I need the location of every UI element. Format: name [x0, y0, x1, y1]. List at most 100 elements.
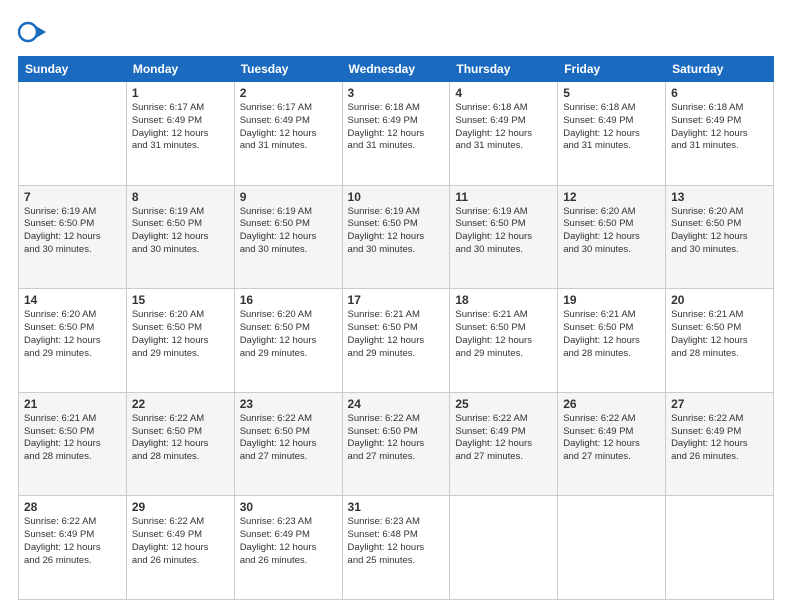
- weekday-friday: Friday: [558, 57, 666, 82]
- calendar-cell: 30 Sunrise: 6:23 AM Sunset: 6:49 PM Dayli…: [234, 496, 342, 600]
- day-number: 7: [24, 190, 121, 204]
- day-number: 9: [240, 190, 337, 204]
- calendar-cell: 21 Sunrise: 6:21 AM Sunset: 6:50 PM Dayli…: [19, 392, 127, 496]
- calendar-cell: 29Sunrise: 6:22 AM Sunset: 6:49 PM Dayli…: [126, 496, 234, 600]
- day-number: 15: [132, 293, 229, 307]
- calendar-cell: 4Sunrise: 6:18 AM Sunset: 6:49 PM Daylig…: [450, 82, 558, 186]
- day-info: Sunrise: 6:21 AM Sunset: 6:50 PM Dayligh…: [671, 309, 768, 360]
- calendar-cell: 1Sunrise: 6:17 AM Sunset: 6:49 PM Daylig…: [126, 82, 234, 186]
- calendar-cell: 6 Sunrise: 6:18 AM Sunset: 6:49 PM Daylig…: [666, 82, 774, 186]
- weekday-monday: Monday: [126, 57, 234, 82]
- day-number: 8: [132, 190, 229, 204]
- day-number: 31: [348, 500, 445, 514]
- week-row-1: 1Sunrise: 6:17 AM Sunset: 6:49 PM Daylig…: [19, 82, 774, 186]
- day-info: Sunrise: 6:23 AM Sunset: 6:48 PM Dayligh…: [348, 516, 445, 567]
- day-number: 27: [671, 397, 768, 411]
- day-number: 19: [563, 293, 660, 307]
- day-number: 14: [24, 293, 121, 307]
- week-row-2: 7 Sunrise: 6:19 AM Sunset: 6:50 PM Daylig…: [19, 185, 774, 289]
- day-number: 21: [24, 397, 121, 411]
- day-number: 24: [348, 397, 445, 411]
- calendar-cell: 20 Sunrise: 6:21 AM Sunset: 6:50 PM Dayli…: [666, 289, 774, 393]
- calendar-cell: [666, 496, 774, 600]
- day-info: Sunrise: 6:19 AM Sunset: 6:50 PM Dayligh…: [24, 206, 121, 257]
- header: [18, 18, 774, 46]
- calendar-cell: 12 Sunrise: 6:20 AM Sunset: 6:50 PM Dayli…: [558, 185, 666, 289]
- calendar-cell: 7 Sunrise: 6:19 AM Sunset: 6:50 PM Daylig…: [19, 185, 127, 289]
- calendar-cell: 18Sunrise: 6:21 AM Sunset: 6:50 PM Dayli…: [450, 289, 558, 393]
- day-info: Sunrise: 6:19 AM Sunset: 6:50 PM Dayligh…: [132, 206, 229, 257]
- day-info: Sunrise: 6:18 AM Sunset: 6:49 PM Dayligh…: [671, 102, 768, 153]
- day-info: Sunrise: 6:18 AM Sunset: 6:49 PM Dayligh…: [455, 102, 552, 153]
- calendar-cell: 16 Sunrise: 6:20 AM Sunset: 6:50 PM Dayli…: [234, 289, 342, 393]
- day-number: 3: [348, 86, 445, 100]
- day-number: 26: [563, 397, 660, 411]
- calendar-cell: 22Sunrise: 6:22 AM Sunset: 6:50 PM Dayli…: [126, 392, 234, 496]
- page: SundayMondayTuesdayWednesdayThursdayFrid…: [0, 0, 792, 612]
- day-info: Sunrise: 6:21 AM Sunset: 6:50 PM Dayligh…: [348, 309, 445, 360]
- day-info: Sunrise: 6:22 AM Sunset: 6:49 PM Dayligh…: [24, 516, 121, 567]
- week-row-4: 21 Sunrise: 6:21 AM Sunset: 6:50 PM Dayli…: [19, 392, 774, 496]
- day-number: 6: [671, 86, 768, 100]
- calendar-cell: 24 Sunrise: 6:22 AM Sunset: 6:50 PM Dayli…: [342, 392, 450, 496]
- day-info: Sunrise: 6:21 AM Sunset: 6:50 PM Dayligh…: [24, 413, 121, 464]
- day-info: Sunrise: 6:17 AM Sunset: 6:49 PM Dayligh…: [240, 102, 337, 153]
- calendar-cell: [450, 496, 558, 600]
- calendar-cell: 11 Sunrise: 6:19 AM Sunset: 6:50 PM Dayli…: [450, 185, 558, 289]
- calendar-cell: 2 Sunrise: 6:17 AM Sunset: 6:49 PM Daylig…: [234, 82, 342, 186]
- calendar-cell: [558, 496, 666, 600]
- day-info: Sunrise: 6:22 AM Sunset: 6:49 PM Dayligh…: [671, 413, 768, 464]
- week-row-3: 14 Sunrise: 6:20 AM Sunset: 6:50 PM Dayli…: [19, 289, 774, 393]
- day-info: Sunrise: 6:20 AM Sunset: 6:50 PM Dayligh…: [24, 309, 121, 360]
- day-info: Sunrise: 6:20 AM Sunset: 6:50 PM Dayligh…: [240, 309, 337, 360]
- day-number: 5: [563, 86, 660, 100]
- calendar-cell: 23 Sunrise: 6:22 AM Sunset: 6:50 PM Dayli…: [234, 392, 342, 496]
- calendar-cell: 3Sunrise: 6:18 AM Sunset: 6:49 PM Daylig…: [342, 82, 450, 186]
- day-info: Sunrise: 6:22 AM Sunset: 6:49 PM Dayligh…: [455, 413, 552, 464]
- calendar-cell: 17 Sunrise: 6:21 AM Sunset: 6:50 PM Dayli…: [342, 289, 450, 393]
- day-number: 13: [671, 190, 768, 204]
- day-info: Sunrise: 6:22 AM Sunset: 6:50 PM Dayligh…: [348, 413, 445, 464]
- day-number: 28: [24, 500, 121, 514]
- day-number: 30: [240, 500, 337, 514]
- logo: [18, 18, 50, 46]
- day-number: 11: [455, 190, 552, 204]
- day-info: Sunrise: 6:19 AM Sunset: 6:50 PM Dayligh…: [455, 206, 552, 257]
- day-number: 25: [455, 397, 552, 411]
- calendar-cell: 31 Sunrise: 6:23 AM Sunset: 6:48 PM Dayli…: [342, 496, 450, 600]
- calendar-cell: 15 Sunrise: 6:20 AM Sunset: 6:50 PM Dayli…: [126, 289, 234, 393]
- calendar-cell: [19, 82, 127, 186]
- weekday-thursday: Thursday: [450, 57, 558, 82]
- day-number: 17: [348, 293, 445, 307]
- day-number: 12: [563, 190, 660, 204]
- day-number: 20: [671, 293, 768, 307]
- day-number: 22: [132, 397, 229, 411]
- day-number: 29: [132, 500, 229, 514]
- day-info: Sunrise: 6:19 AM Sunset: 6:50 PM Dayligh…: [348, 206, 445, 257]
- weekday-tuesday: Tuesday: [234, 57, 342, 82]
- day-info: Sunrise: 6:17 AM Sunset: 6:49 PM Dayligh…: [132, 102, 229, 153]
- day-info: Sunrise: 6:20 AM Sunset: 6:50 PM Dayligh…: [132, 309, 229, 360]
- calendar-cell: 26 Sunrise: 6:22 AM Sunset: 6:49 PM Dayli…: [558, 392, 666, 496]
- day-number: 10: [348, 190, 445, 204]
- day-info: Sunrise: 6:20 AM Sunset: 6:50 PM Dayligh…: [563, 206, 660, 257]
- day-info: Sunrise: 6:23 AM Sunset: 6:49 PM Dayligh…: [240, 516, 337, 567]
- day-info: Sunrise: 6:22 AM Sunset: 6:49 PM Dayligh…: [563, 413, 660, 464]
- day-number: 16: [240, 293, 337, 307]
- weekday-saturday: Saturday: [666, 57, 774, 82]
- calendar-cell: 28 Sunrise: 6:22 AM Sunset: 6:49 PM Dayli…: [19, 496, 127, 600]
- day-number: 2: [240, 86, 337, 100]
- calendar-cell: 27 Sunrise: 6:22 AM Sunset: 6:49 PM Dayli…: [666, 392, 774, 496]
- day-info: Sunrise: 6:18 AM Sunset: 6:49 PM Dayligh…: [563, 102, 660, 153]
- day-number: 23: [240, 397, 337, 411]
- day-info: Sunrise: 6:20 AM Sunset: 6:50 PM Dayligh…: [671, 206, 768, 257]
- logo-icon: [18, 18, 46, 46]
- calendar-cell: 19 Sunrise: 6:21 AM Sunset: 6:50 PM Dayli…: [558, 289, 666, 393]
- calendar-cell: 8 Sunrise: 6:19 AM Sunset: 6:50 PM Daylig…: [126, 185, 234, 289]
- day-info: Sunrise: 6:22 AM Sunset: 6:50 PM Dayligh…: [240, 413, 337, 464]
- day-info: Sunrise: 6:21 AM Sunset: 6:50 PM Dayligh…: [455, 309, 552, 360]
- calendar-cell: 9Sunrise: 6:19 AM Sunset: 6:50 PM Daylig…: [234, 185, 342, 289]
- day-info: Sunrise: 6:21 AM Sunset: 6:50 PM Dayligh…: [563, 309, 660, 360]
- calendar-cell: 10 Sunrise: 6:19 AM Sunset: 6:50 PM Dayli…: [342, 185, 450, 289]
- calendar-cell: 5 Sunrise: 6:18 AM Sunset: 6:49 PM Daylig…: [558, 82, 666, 186]
